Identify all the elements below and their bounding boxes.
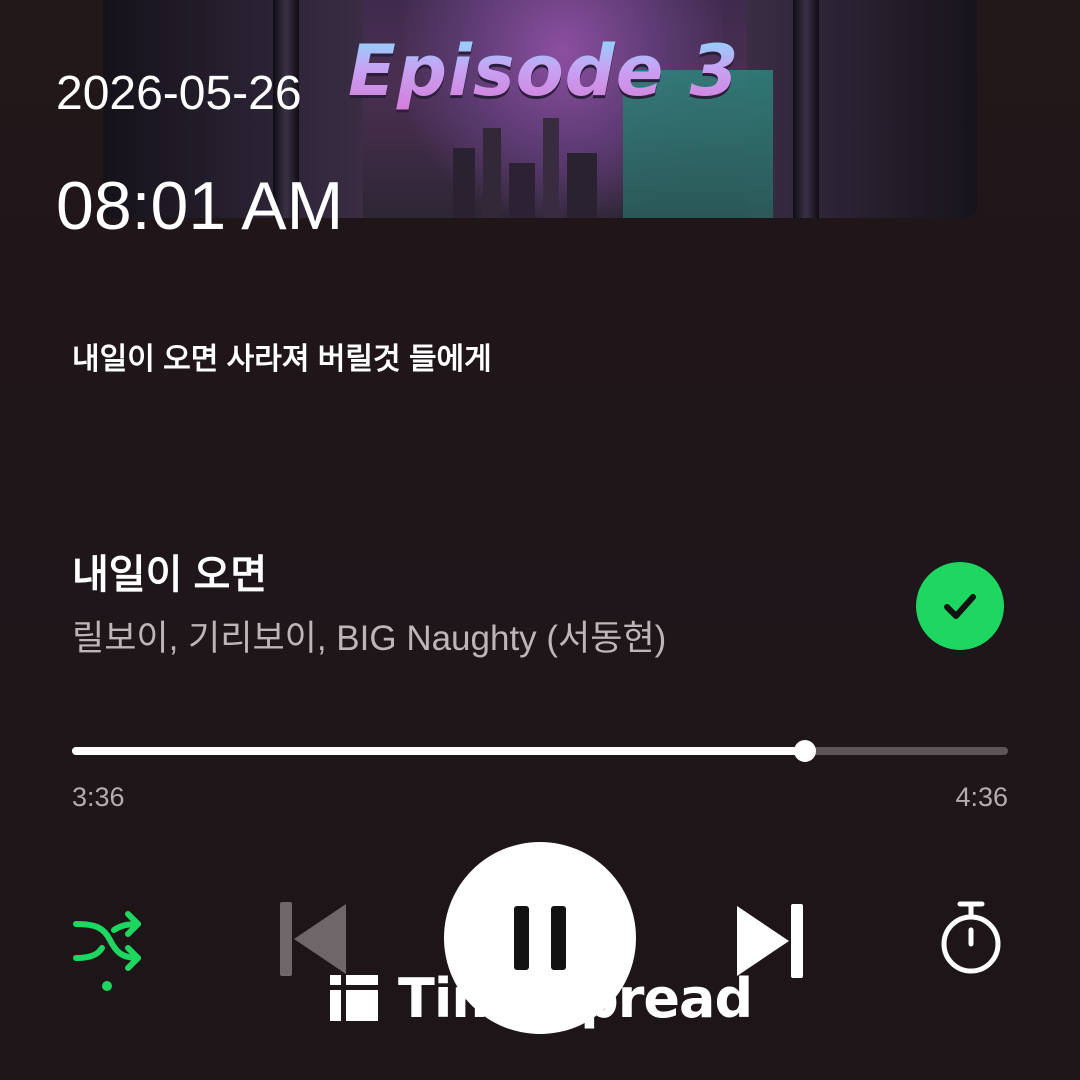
checkmark-icon <box>944 594 976 619</box>
timespread-logo-icon <box>330 975 378 1021</box>
track-artists[interactable]: 릴보이, 기리보이, BIG Naughty (서동현) <box>72 616 666 662</box>
album-art-frame-bar <box>793 0 819 218</box>
overlay-date: 2026-05-26 <box>56 67 302 120</box>
album-art-episode-text: Episode 3 <box>348 30 740 112</box>
next-button[interactable] <box>733 902 805 982</box>
previous-icon <box>280 902 346 976</box>
elapsed-time: 3:36 <box>72 782 125 812</box>
shuffle-button[interactable] <box>70 906 146 998</box>
pause-icon <box>514 906 566 970</box>
progress-bar[interactable] <box>72 740 1008 762</box>
progress-handle[interactable] <box>793 740 816 762</box>
progress-fill <box>72 747 805 755</box>
next-icon <box>737 904 803 978</box>
overlay-time: 08:01 AM <box>56 168 344 244</box>
current-lyric-line: 내일이 오면 사라져 버릴것 들에게 <box>72 343 492 376</box>
liked-button[interactable] <box>916 562 1004 650</box>
pause-button[interactable] <box>444 842 636 1034</box>
album-art-right-pillar <box>747 0 977 218</box>
previous-button[interactable] <box>278 900 350 980</box>
now-playing-screen: Episode 3 2026-05-26 08:01 AM 내일이 오면 사라져… <box>0 0 1080 1080</box>
total-time: 4:36 <box>955 782 1008 812</box>
sleep-timer-icon <box>941 901 1001 974</box>
track-title[interactable]: 내일이 오면 <box>72 550 267 600</box>
album-art-skyline <box>443 108 623 218</box>
sleep-timer-button[interactable] <box>938 900 1004 976</box>
shuffle-icon <box>73 911 141 991</box>
